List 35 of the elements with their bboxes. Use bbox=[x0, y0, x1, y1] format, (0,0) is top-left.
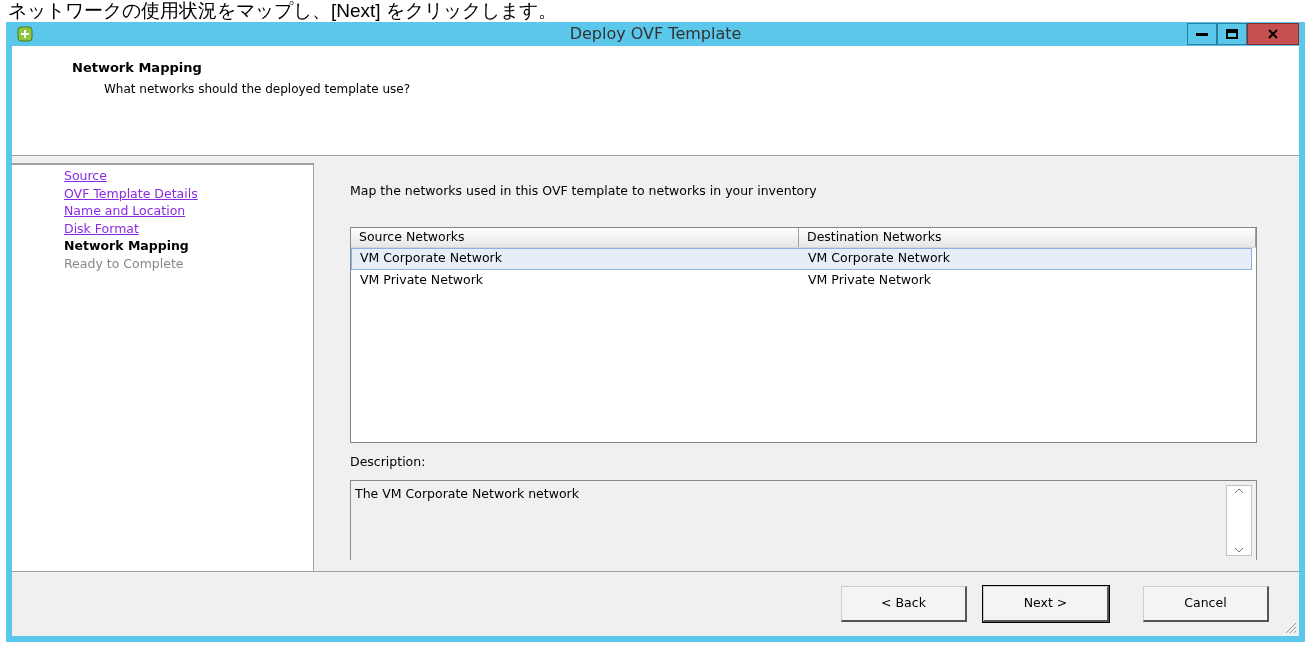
step-link[interactable]: Name and Location bbox=[64, 202, 186, 220]
table-cell-text: VM Corporate Network bbox=[359, 249, 503, 268]
description-label: Description: bbox=[350, 452, 427, 471]
table-row[interactable]: VM Private Network VM Private Network bbox=[351, 269, 1252, 292]
table-row[interactable]: VM Corporate Network VM Corporate Network bbox=[351, 247, 1252, 270]
resize-grip-icon[interactable] bbox=[1283, 620, 1297, 634]
dialog-button[interactable]: Next > bbox=[983, 586, 1109, 622]
minimize-icon bbox=[1196, 32, 1208, 36]
table-cell-text: VM Corporate Network bbox=[807, 249, 951, 268]
page-subtitle: What networks should the deployed template use? bbox=[104, 80, 412, 98]
app-logo-icon bbox=[16, 25, 34, 43]
maximize-icon bbox=[1226, 29, 1238, 39]
step-link[interactable]: OVF Template Details bbox=[64, 184, 198, 202]
table-cell-text: VM Private Network bbox=[807, 271, 933, 290]
close-button[interactable] bbox=[1247, 23, 1299, 45]
window-title: Deploy OVF Template bbox=[569, 23, 742, 45]
column-header[interactable]: Source Networks bbox=[351, 227, 799, 247]
step-link[interactable]: Network Mapping bbox=[64, 237, 189, 255]
minimize-button[interactable] bbox=[1187, 23, 1217, 45]
table-cell-text: VM Private Network bbox=[359, 271, 485, 290]
caption: ネットワークの使用状況をマップし、[Next] をクリックします。 bbox=[7, 0, 558, 22]
dialog-button[interactable]: < Back bbox=[841, 586, 967, 622]
maximize-button[interactable] bbox=[1217, 23, 1247, 45]
scrollbar[interactable] bbox=[1226, 484, 1252, 556]
step-link[interactable]: Ready to Complete bbox=[64, 254, 184, 272]
scroll-down-icon[interactable] bbox=[1234, 546, 1244, 553]
dialog-button[interactable]: Cancel bbox=[1143, 586, 1269, 622]
column-header[interactable]: Destination Networks bbox=[799, 227, 1256, 247]
close-icon bbox=[1268, 29, 1278, 39]
step-link[interactable]: Source bbox=[64, 167, 107, 185]
step-link[interactable]: Disk Format bbox=[64, 219, 139, 237]
instruction-text: Map the networks used in this OVF template to networks in your inventory bbox=[350, 182, 818, 200]
scroll-up-icon[interactable] bbox=[1234, 487, 1244, 494]
page-title: Network Mapping bbox=[72, 59, 203, 77]
description-text: The VM Corporate Network network bbox=[354, 484, 580, 503]
